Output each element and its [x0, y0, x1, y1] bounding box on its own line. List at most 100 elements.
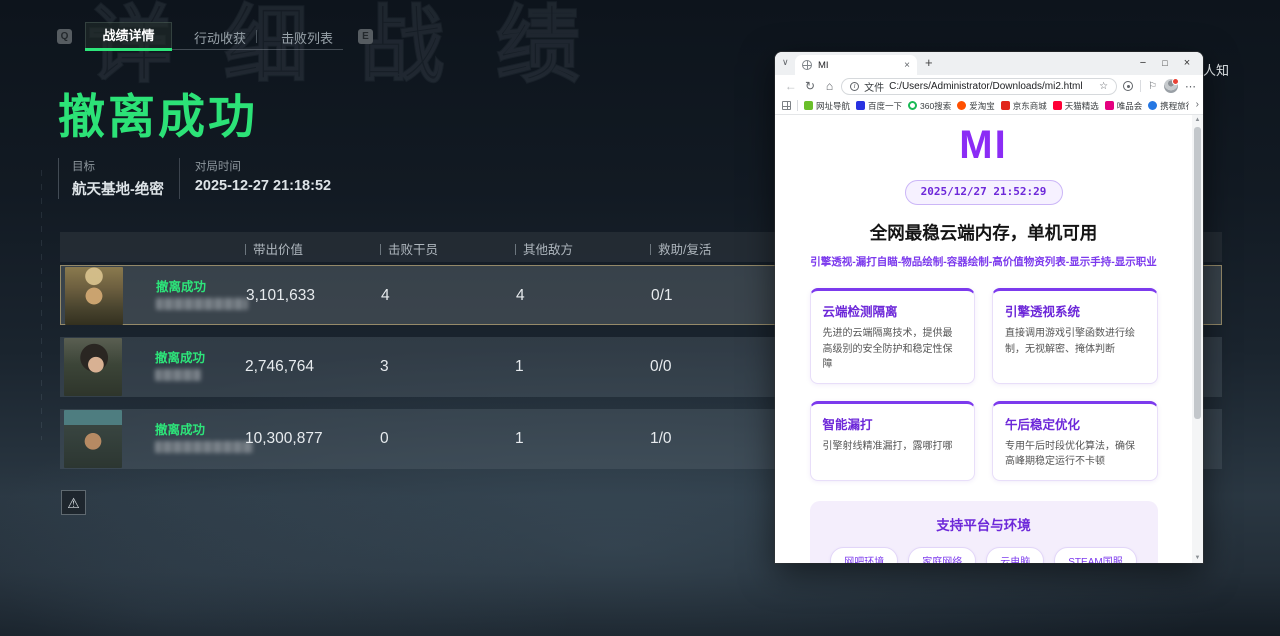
- bookmark-favicon: [1053, 101, 1062, 110]
- bookmark-item[interactable]: 京东商城: [1001, 100, 1047, 112]
- screen: 详细战绩 Q 战绩详情 行动收获 击败列表 E 撤离成功 目标 航天基地-绝密 …: [0, 0, 1280, 636]
- bookmark-item[interactable]: 携程旅行: [1148, 100, 1189, 112]
- card-title: 引擎透视系统: [1005, 301, 1145, 320]
- collections-flag-icon[interactable]: ⚐: [1148, 81, 1157, 92]
- cell-rescue-revive: 1/0: [650, 430, 672, 448]
- bookmark-label: 京东商城: [1013, 100, 1047, 112]
- objective-group: 目标 航天基地-绝密: [72, 158, 164, 199]
- page-info-icon[interactable]: i: [850, 82, 859, 91]
- match-info: 目标 航天基地-绝密 对局时间 2025-12-27 21:18:52: [58, 158, 331, 199]
- page-subheading: 引擎透视-漏打自瞄-物品绘制-容器绘制-高价值物资列表-显示手持-显示职业: [775, 254, 1192, 269]
- apps-grid-icon[interactable]: [782, 101, 791, 110]
- tab-battle-details[interactable]: 战绩详情: [85, 22, 172, 50]
- web-page: MI 2025/12/27 21:52:29 全网最稳云端内存，单机可用 引擎透…: [775, 115, 1192, 563]
- card-body: 直接调用游戏引擎函数进行绘制，无视解密、掩体判断: [1005, 326, 1145, 357]
- bookmark-item[interactable]: 爱淘宝: [957, 100, 995, 112]
- profile-avatar[interactable]: [1164, 79, 1178, 93]
- bookmark-favicon: [1001, 101, 1010, 110]
- bookmark-item[interactable]: 唯品会: [1105, 100, 1143, 112]
- avatar: [64, 338, 122, 396]
- scroll-down-icon[interactable]: ▼: [1192, 555, 1203, 561]
- toolbar-separator: [1140, 80, 1141, 92]
- card-body: 先进的云端隔离技术，提供最高级别的安全防护和稳定性保障: [823, 326, 963, 373]
- bookmark-label: 百度一下: [868, 100, 902, 112]
- browser-essentials-icon[interactable]: [1123, 81, 1133, 91]
- platform-pill: 家庭网络: [908, 547, 976, 564]
- url-text: C:/Users/Administrator/Downloads/mi2.htm…: [889, 81, 1094, 92]
- home-icon[interactable]: ⌂: [820, 79, 839, 93]
- url-scheme-label: 文件: [864, 79, 884, 94]
- timestamp-badge: 2025/12/27 21:52:29: [905, 180, 1063, 205]
- browser-window: ∨ MI × + − □ × ← ↻ ⌂ i 文件 C:/Users/Admin…: [775, 52, 1203, 563]
- tab-close-icon[interactable]: ×: [904, 60, 910, 71]
- refresh-icon[interactable]: ↻: [800, 79, 819, 93]
- platform-title: 支持平台与环境: [820, 514, 1148, 534]
- card-body: 引擎射线精准漏打，露哪打哪: [823, 439, 963, 455]
- bookmark-item[interactable]: 百度一下: [856, 100, 902, 112]
- card-body: 专用午后时段优化算法，确保高峰期稳定运行不卡顿: [1005, 439, 1145, 470]
- warning-icon[interactable]: ⚠: [61, 490, 86, 515]
- cell-operator-kills: 0: [380, 430, 389, 448]
- bookmark-label: 携程旅行: [1160, 100, 1189, 112]
- objective-label: 目标: [72, 158, 164, 174]
- platform-pill: 云电脑: [986, 547, 1044, 564]
- platform-panel: 支持平台与环境 网吧环境 家庭网络 云电脑 STEAM国服 Wegame国服: [810, 501, 1158, 564]
- feature-card: 智能漏打 引擎射线精准漏打，露哪打哪: [810, 401, 976, 481]
- address-bar: ← ↻ ⌂ i 文件 C:/Users/Administrator/Downlo…: [775, 75, 1203, 97]
- cell-rescue-revive: 0/0: [650, 358, 672, 376]
- platform-pill: 网吧环境: [830, 547, 898, 564]
- card-title: 云端检测隔离: [823, 301, 963, 320]
- bookmark-favicon: [908, 101, 917, 110]
- bookmark-label: 360搜索: [920, 100, 951, 112]
- bookmarks-overflow-icon[interactable]: ›: [1196, 99, 1199, 110]
- status-badge: 撤离成功: [155, 419, 205, 438]
- scrollbar-thumb[interactable]: [1194, 127, 1201, 419]
- browser-tab-active[interactable]: MI ×: [795, 55, 917, 75]
- bookmark-item[interactable]: 网址导航: [804, 100, 850, 112]
- platform-pill: STEAM国服: [1054, 547, 1136, 564]
- bookmark-label: 网址导航: [816, 100, 850, 112]
- page-title-extraction-success: 撤离成功: [58, 78, 258, 147]
- avatar: [64, 410, 122, 468]
- col-rescue-revive: 救助/复活: [650, 239, 711, 258]
- back-icon[interactable]: ←: [781, 79, 800, 93]
- col-other-enemies: 其他敌方: [515, 239, 573, 258]
- site-logo: MI: [775, 123, 1192, 168]
- close-button[interactable]: ×: [1176, 54, 1198, 73]
- window-controls: − □ ×: [1132, 54, 1198, 73]
- match-time-group: 对局时间 2025-12-27 21:18:52: [195, 158, 331, 199]
- tab-kill-list[interactable]: 击败列表: [281, 28, 333, 47]
- page-scrollbar[interactable]: ▲ ▼: [1192, 115, 1203, 563]
- bookmark-favicon: [1105, 101, 1114, 110]
- url-field[interactable]: i 文件 C:/Users/Administrator/Downloads/mi…: [841, 78, 1117, 95]
- info-divider: [179, 158, 180, 199]
- card-title: 午后稳定优化: [1005, 414, 1145, 433]
- card-title: 智能漏打: [823, 414, 963, 433]
- key-hint-e: E: [358, 29, 373, 44]
- tab-search-dropdown-icon[interactable]: ∨: [782, 57, 789, 68]
- cell-rescue-revive: 0/1: [651, 287, 673, 305]
- platform-pills: 网吧环境 家庭网络 云电脑 STEAM国服 Wegame国服: [820, 547, 1148, 564]
- menu-ellipsis-icon[interactable]: ⋯: [1185, 80, 1197, 93]
- bookmark-label: 爱淘宝: [969, 100, 995, 112]
- bookmark-favicon: [856, 101, 865, 110]
- maximize-button[interactable]: □: [1154, 54, 1176, 73]
- minimize-button[interactable]: −: [1132, 54, 1154, 73]
- bookmark-label: 唯品会: [1117, 100, 1143, 112]
- tab-action-loot[interactable]: 行动收获: [194, 28, 246, 47]
- clipped-edge-text: 人知: [1203, 60, 1229, 79]
- new-tab-button[interactable]: +: [925, 55, 933, 70]
- bookmark-item[interactable]: 天猫精选: [1053, 100, 1099, 112]
- status-badge: 撤离成功: [156, 276, 206, 295]
- col-carry-value: 带出价值: [245, 239, 303, 258]
- cell-other-enemies: 4: [516, 287, 525, 305]
- player-name-blurred: [155, 441, 253, 453]
- favorite-star-icon[interactable]: ☆: [1099, 81, 1108, 92]
- bookmark-label: 天猫精选: [1065, 100, 1099, 112]
- scroll-up-icon[interactable]: ▲: [1192, 117, 1203, 123]
- bookmark-favicon: [957, 101, 966, 110]
- feature-card: 引擎透视系统 直接调用游戏引擎函数进行绘制，无视解密、掩体判断: [992, 288, 1158, 384]
- avatar: [65, 267, 123, 325]
- bookmark-item[interactable]: 360搜索: [908, 100, 951, 112]
- cell-other-enemies: 1: [515, 358, 524, 376]
